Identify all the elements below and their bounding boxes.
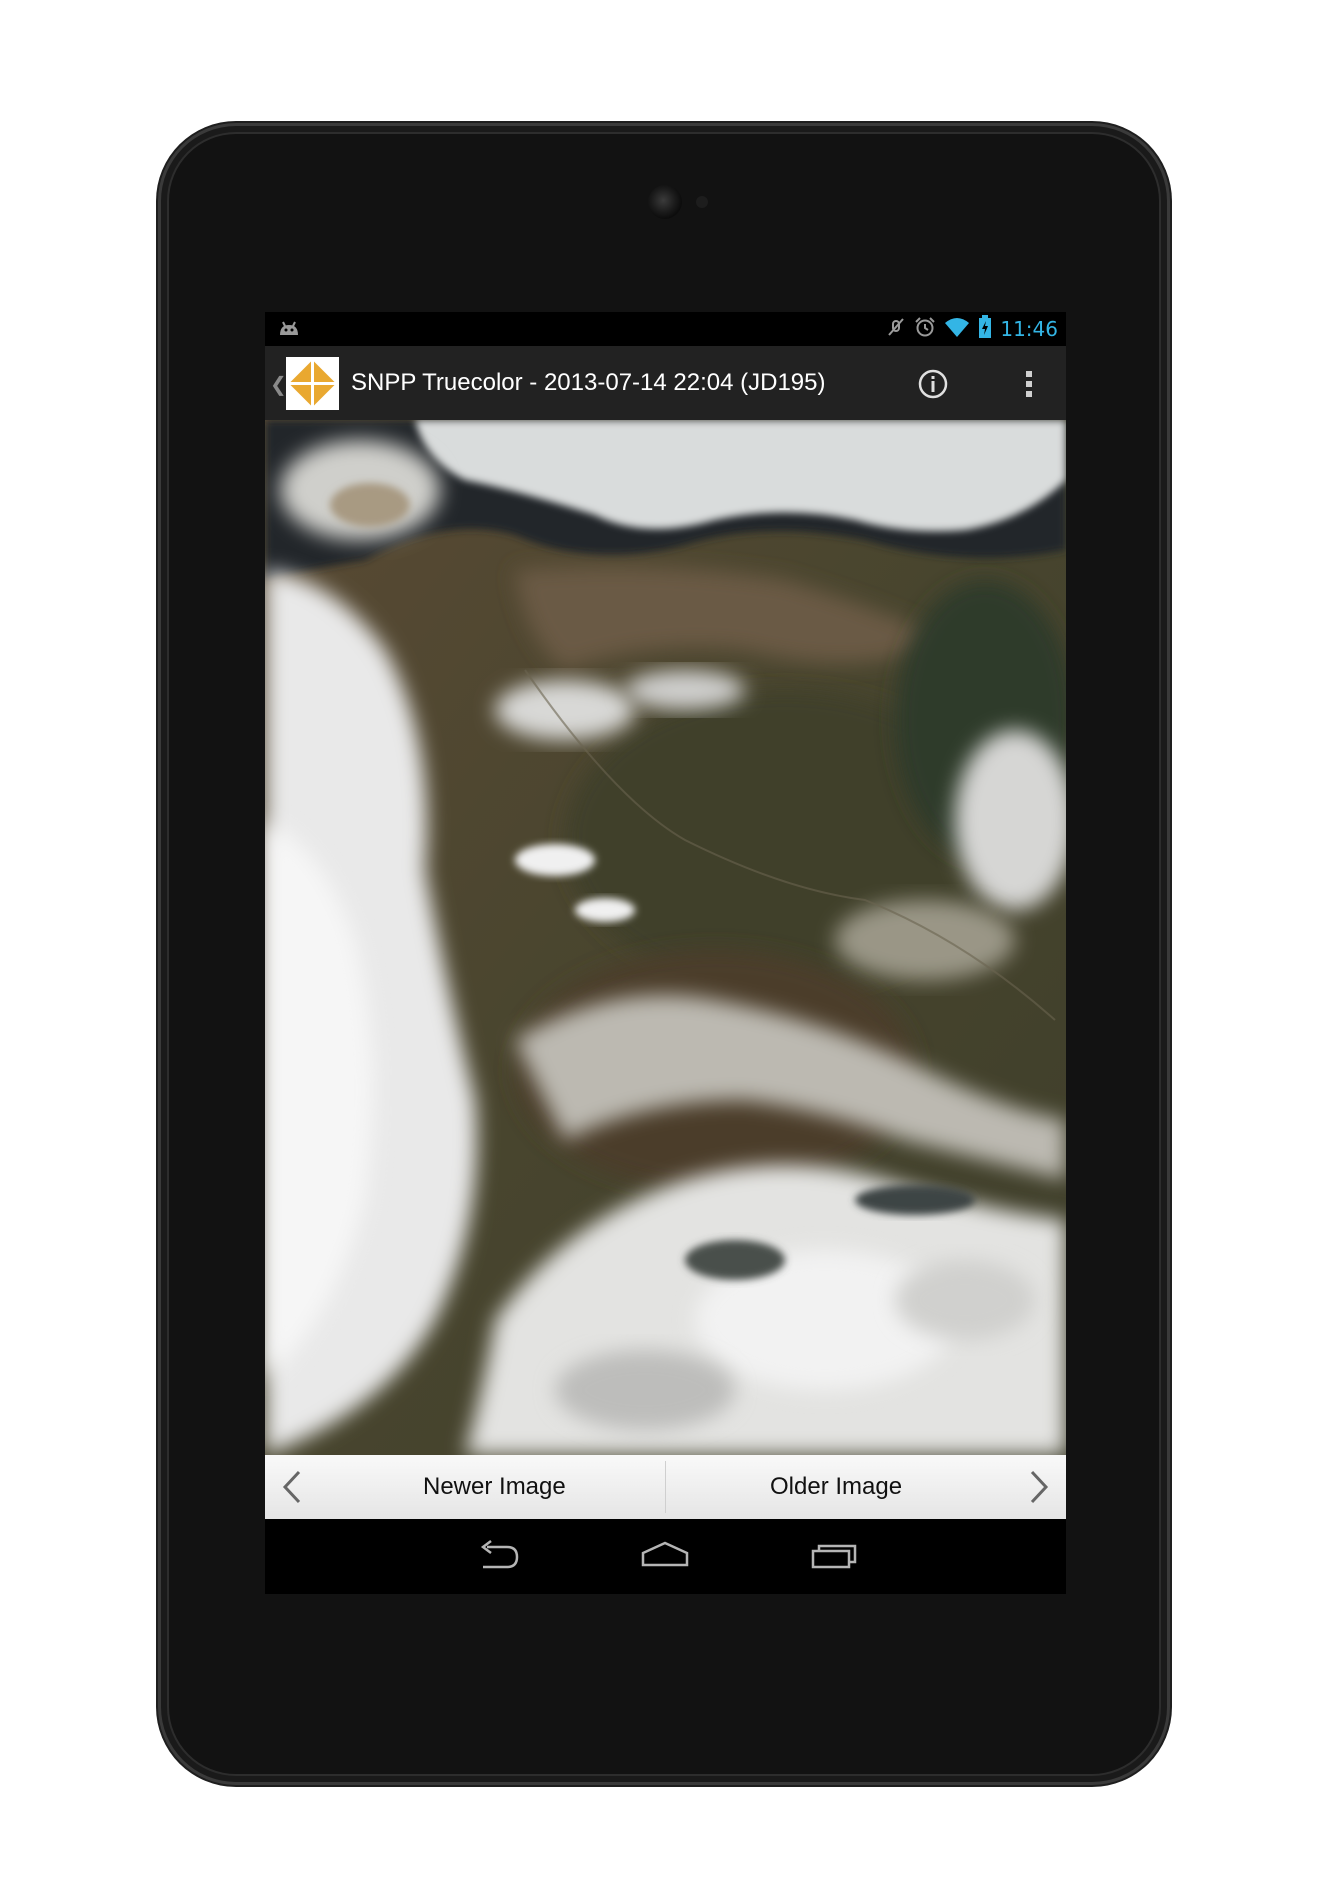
- android-robot-icon: [277, 319, 301, 344]
- older-image-label: Older Image: [770, 1473, 903, 1500]
- status-bar: 11:46: [265, 312, 1066, 346]
- image-navigation-bar: Newer Image Older Image: [265, 1455, 1066, 1519]
- ssec-logo-icon[interactable]: [286, 357, 339, 410]
- page-title: SNPP Truecolor - 2013-07-14 22:04 (JD195…: [351, 369, 826, 396]
- newer-image-button[interactable]: Newer Image: [265, 1455, 665, 1519]
- older-image-button[interactable]: Older Image: [666, 1455, 1066, 1519]
- chevron-right-icon: [1028, 1469, 1050, 1510]
- up-caret-icon[interactable]: ❮: [270, 372, 287, 397]
- alarm-icon: [914, 316, 936, 343]
- wifi-icon: [944, 316, 970, 343]
- light-sensor: [696, 196, 708, 208]
- front-camera: [648, 185, 682, 219]
- overflow-menu-icon[interactable]: [1019, 368, 1039, 400]
- screen: 11:46 ❮ SNPP Truecolor - 2013-07-14 22:0…: [265, 312, 1066, 1594]
- newer-image-label: Newer Image: [423, 1473, 566, 1500]
- mute-icon: [886, 316, 906, 343]
- home-icon[interactable]: [640, 1537, 690, 1582]
- chevron-left-icon: [281, 1469, 303, 1510]
- tablet-device: 11:46 ❮ SNPP Truecolor - 2013-07-14 22:0…: [158, 123, 1170, 1785]
- battery-charging-icon: [978, 314, 992, 344]
- info-icon[interactable]: [917, 368, 949, 400]
- system-navigation-bar: [265, 1519, 1066, 1594]
- status-time: 11:46: [1000, 317, 1058, 341]
- recents-icon[interactable]: [810, 1537, 858, 1582]
- back-icon[interactable]: [475, 1537, 521, 1582]
- action-bar: ❮ SNPP Truecolor - 2013-07-14 22:04 (JD1…: [265, 346, 1066, 420]
- satellite-truecolor-image[interactable]: [265, 420, 1066, 1455]
